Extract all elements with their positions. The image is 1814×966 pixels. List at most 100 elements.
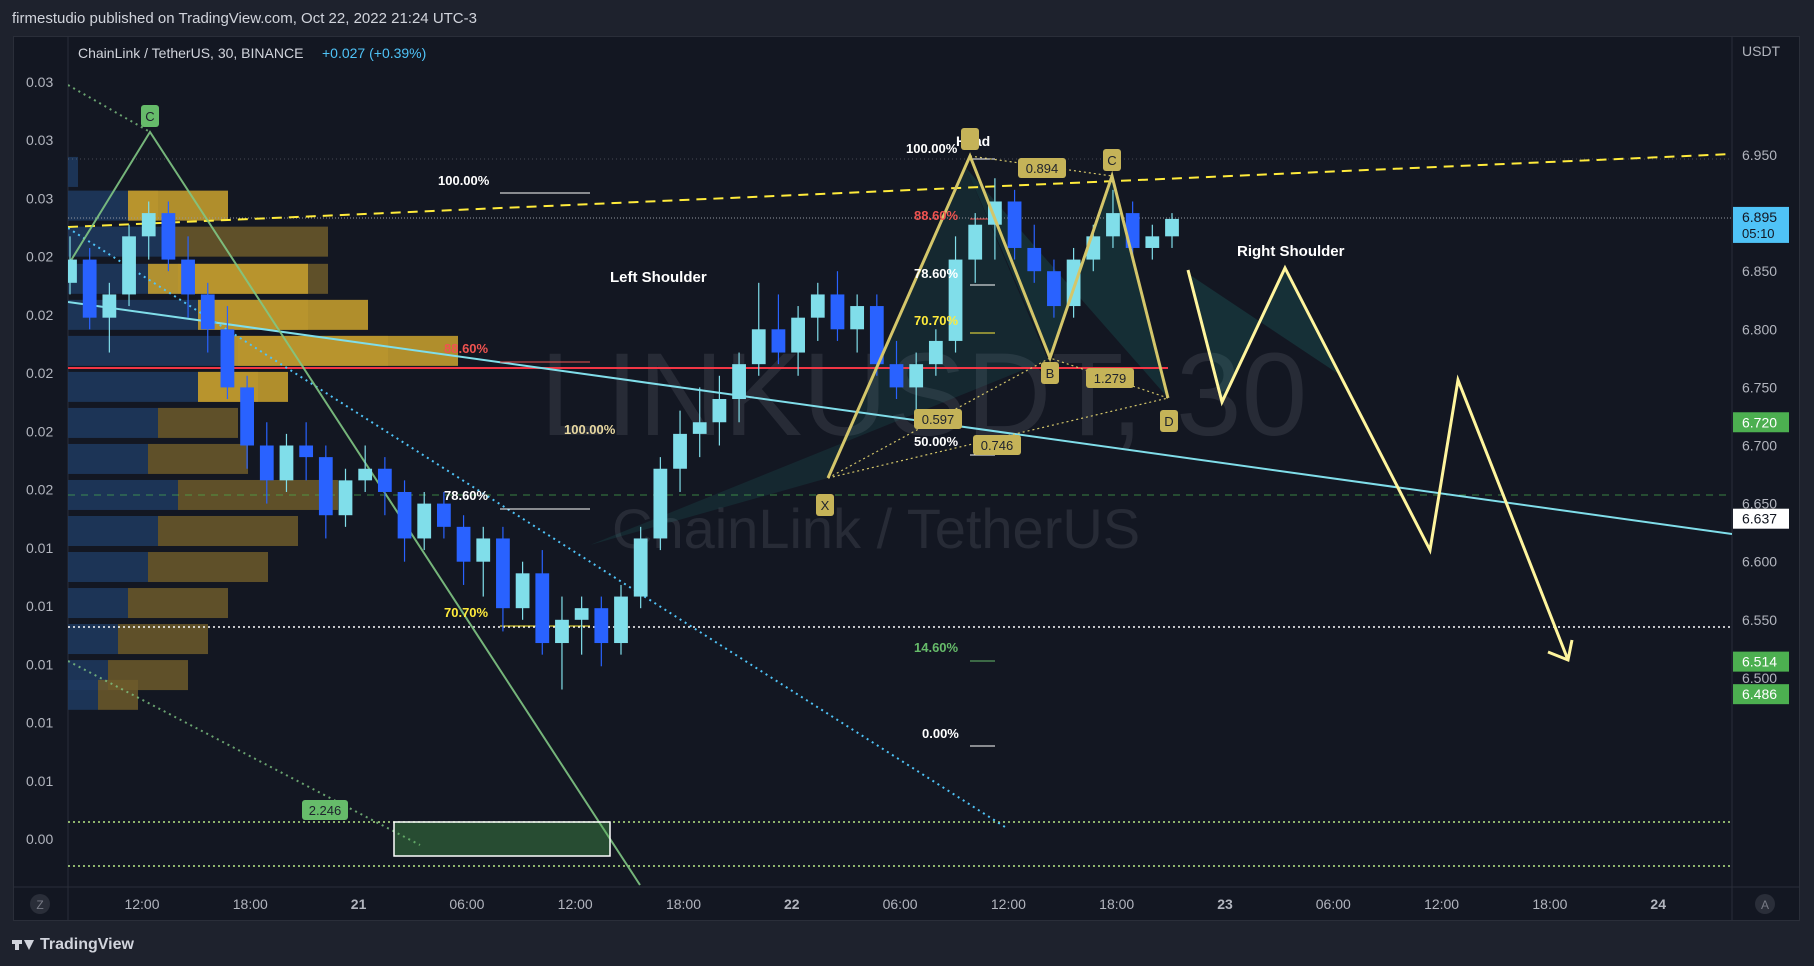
svg-text:0.597: 0.597: [922, 412, 955, 427]
candle-body: [555, 619, 569, 644]
candle-body: [928, 340, 943, 365]
fib-right-100-label: 100.00%: [906, 141, 958, 156]
left-axis-tick: 0.00: [26, 831, 53, 847]
time-axis-tick: 24: [1650, 896, 1666, 912]
price-label-text: 6.486: [1742, 686, 1777, 702]
fib-right-0-label: 0.00%: [922, 726, 959, 741]
svg-text:C: C: [1107, 153, 1116, 168]
left-axis-tick: 0.02: [26, 482, 53, 498]
time-axis-tick: 23: [1217, 896, 1233, 912]
candle-body: [437, 503, 451, 527]
time-axis-tick: 22: [784, 896, 800, 912]
candle-body: [299, 445, 314, 458]
fib-right-50-label: 50.00%: [914, 434, 959, 449]
svg-text:Z: Z: [36, 898, 43, 912]
candle-body: [1047, 271, 1061, 307]
fib-left-786-label: 78.60%: [444, 488, 489, 503]
time-axis-tick: 06:00: [1316, 896, 1351, 912]
right-axis-tick: 6.950: [1742, 147, 1777, 163]
left-axis-tick: 0.01: [26, 540, 53, 556]
candle-body: [614, 596, 628, 644]
symbol-change: +0.027 (+0.39%): [322, 45, 426, 61]
left-axis-tick: 0.02: [26, 249, 53, 265]
volume-profile-bar-buy: [68, 552, 148, 583]
candle-body: [200, 294, 215, 330]
volume-profile-bar-buy: [68, 156, 78, 187]
harmonic-point-x: X: [816, 494, 834, 516]
right-axis-tick: 6.800: [1742, 321, 1777, 337]
candle-body: [259, 445, 274, 481]
candle-body: [397, 491, 412, 539]
left-axis-tick: 0.01: [26, 656, 53, 672]
candle-body: [791, 317, 805, 353]
fib-left-100-label: 100.00%: [438, 173, 490, 188]
svg-text:X: X: [821, 498, 830, 513]
harmonic-point-c: C: [1103, 149, 1121, 171]
price-label-text: 6.637: [1742, 511, 1777, 527]
svg-text:A: A: [1761, 898, 1769, 912]
time-axis-tick: 18:00: [233, 896, 268, 912]
candle-body: [673, 433, 687, 469]
fib-right-707-label: 70.70%: [914, 313, 959, 328]
candle-body: [417, 503, 432, 539]
fib-right-786-label: 78.60%: [914, 266, 959, 281]
chart-canvas[interactable]: LINKUSDT, 30 ChainLink / TetherUS Left S…: [0, 0, 1814, 966]
candle-body: [240, 387, 254, 446]
left-c-badge: C: [141, 105, 159, 127]
volume-profile-bar-buy: [68, 443, 148, 474]
candle-body: [712, 399, 727, 423]
zoom-reset-button[interactable]: Z: [30, 894, 50, 914]
candle-body: [909, 364, 924, 388]
price-label-countdown: 05:10: [1742, 226, 1775, 241]
harmonic-point-b: B: [1041, 362, 1059, 384]
time-axis-tick: 18:00: [666, 896, 701, 912]
left-price-axis[interactable]: 0.03 0.03 0.03 0.02 0.02 0.02 0.02 0.02 0.01 0.01…: [26, 74, 53, 847]
volume-profile-bar-sell: [158, 515, 298, 546]
volume-profile-bar-buy: [68, 515, 158, 546]
volume-profile-bar-sell: [128, 588, 228, 619]
volume-profile-bar-buy: [68, 679, 98, 710]
candle-body: [771, 329, 786, 353]
volume-profile-bar-buy: [68, 624, 118, 655]
footer-bar: TradingView: [0, 922, 1814, 966]
candle-body: [102, 294, 117, 318]
candle-body: [535, 573, 550, 644]
svg-text:B: B: [1046, 366, 1055, 381]
candle-body: [574, 608, 589, 620]
candle-body: [653, 468, 668, 539]
candle-body: [515, 573, 530, 609]
ratio-badge-0894: 0.894: [1018, 158, 1066, 178]
candle-body: [810, 294, 825, 318]
right-shoulder-label: Right Shoulder: [1237, 243, 1345, 260]
time-axis-tick: 21: [351, 896, 367, 912]
candle-body: [1027, 247, 1042, 272]
tradingview-logo[interactable]: TradingView: [12, 936, 134, 954]
candle-body: [358, 468, 373, 481]
candle-body: [968, 224, 983, 260]
time-axis-tick: 06:00: [449, 896, 484, 912]
candle-body: [732, 364, 746, 400]
candle-body: [456, 526, 471, 562]
candle-body: [1165, 218, 1179, 237]
right-axis-tick: 6.750: [1742, 379, 1777, 395]
volume-profile-bar-buy: [68, 588, 128, 619]
volume-profile-value-area: [198, 299, 368, 330]
time-axis[interactable]: 12:00 18:00 21 06:00 12:00 18:00 22 06:00 12:00 1…: [124, 896, 1666, 912]
candle-body: [476, 538, 491, 562]
candle-body: [82, 259, 97, 318]
left-axis-tick: 0.02: [26, 365, 53, 381]
left-shoulder-label: Left Shoulder: [610, 269, 707, 286]
volume-profile-bar-buy: [68, 335, 238, 366]
volume-profile-bar-sell: [148, 443, 248, 474]
left-axis-tick: 0.03: [26, 132, 53, 148]
time-axis-tick: 18:00: [1532, 896, 1567, 912]
auto-scale-button[interactable]: A: [1755, 894, 1775, 914]
time-axis-tick: 12:00: [1424, 896, 1459, 912]
right-axis-tick: 6.700: [1742, 438, 1777, 454]
time-axis-tick: 12:00: [991, 896, 1026, 912]
right-axis-tick: 6.550: [1742, 612, 1777, 628]
candle-body: [1007, 201, 1022, 248]
right-axis-tick: 6.500: [1742, 670, 1777, 686]
candle-body: [122, 236, 136, 295]
symbol-legend[interactable]: ChainLink / TetherUS, 30, BINANCE: [78, 45, 303, 61]
